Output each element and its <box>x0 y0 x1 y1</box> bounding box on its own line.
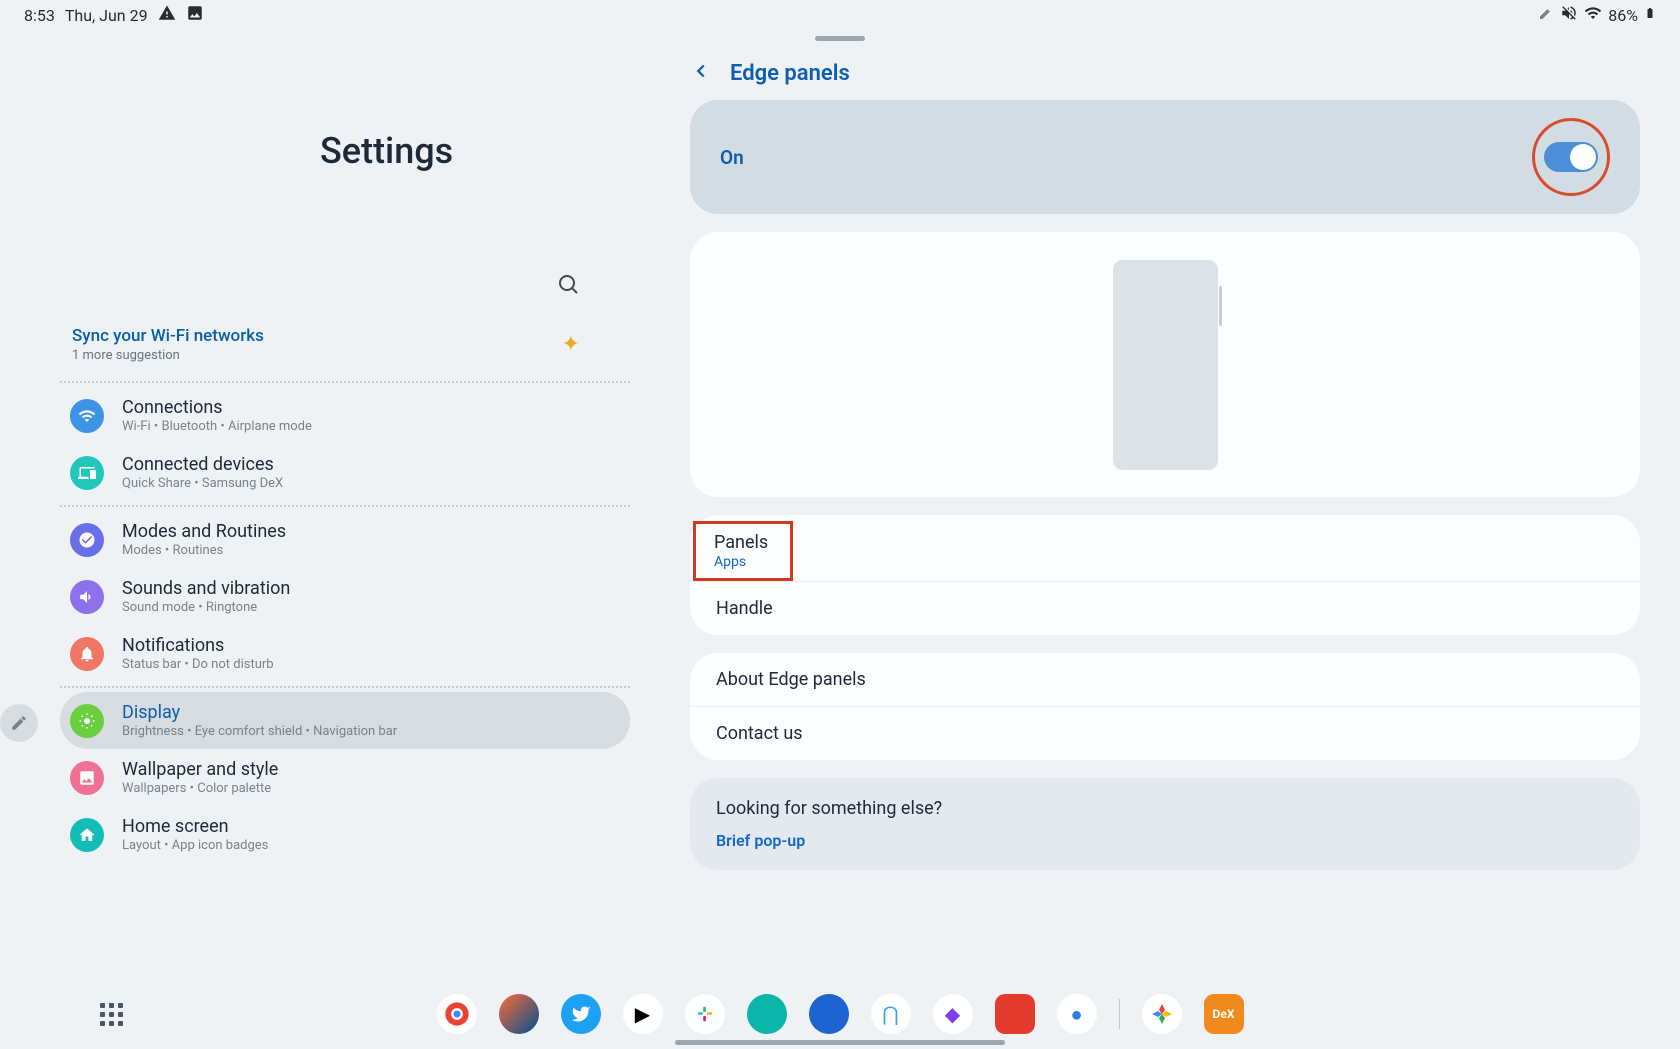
app-icon-4[interactable] <box>809 994 849 1034</box>
sidebar-item-connections[interactable]: ConnectionsWi-Fi • Bluetooth • Airplane … <box>60 387 630 444</box>
wifi-icon <box>1584 4 1602 26</box>
twitter-icon[interactable] <box>561 994 601 1034</box>
apps-button[interactable] <box>100 1003 123 1026</box>
app-icon-1[interactable] <box>499 994 539 1034</box>
preview-card <box>690 232 1640 497</box>
status-time: 8:53 <box>24 6 55 25</box>
suggestion-sub: 1 more suggestion <box>72 348 264 363</box>
detail-title: Edge panels <box>730 61 850 86</box>
hint-card: Looking for something else? Brief pop-up <box>690 778 1640 870</box>
pen-icon <box>1538 5 1554 25</box>
page-title: Settings <box>320 130 630 172</box>
hint-title: Looking for something else? <box>716 798 1614 819</box>
sound-icon <box>70 580 104 614</box>
app-icon-8[interactable]: ● <box>1057 994 1097 1034</box>
hint-link[interactable]: Brief pop-up <box>716 831 1614 850</box>
slack-icon[interactable] <box>685 994 725 1034</box>
search-button[interactable] <box>60 272 580 296</box>
app-icon-5[interactable]: ⋂ <box>871 994 911 1034</box>
app-icon-7[interactable] <box>995 994 1035 1034</box>
about-row[interactable]: About Edge panels <box>690 653 1640 706</box>
photos-icon[interactable] <box>1142 994 1182 1034</box>
routines-icon <box>70 523 104 557</box>
taskbar: ▶ ⋂ ◆ ● DeX <box>0 979 1680 1049</box>
settings-sidebar: Settings Sync your Wi-Fi networks 1 more… <box>60 60 660 949</box>
divider <box>60 686 630 688</box>
image-icon <box>70 761 104 795</box>
sidebar-item-sounds[interactable]: Sounds and vibrationSound mode • Rington… <box>60 568 630 625</box>
app-icon-3[interactable] <box>747 994 787 1034</box>
chrome-icon[interactable] <box>437 994 477 1034</box>
nav-bar[interactable] <box>675 1040 1005 1045</box>
sidebar-item-wallpaper[interactable]: Wallpaper and styleWallpapers • Color pa… <box>60 749 630 806</box>
back-button[interactable] <box>690 60 712 86</box>
image-icon <box>186 4 204 26</box>
devices-icon <box>70 456 104 490</box>
suggestion-row[interactable]: Sync your Wi-Fi networks 1 more suggesti… <box>60 316 630 377</box>
sidebar-item-connected-devices[interactable]: Connected devicesQuick Share • Samsung D… <box>60 444 630 501</box>
suggestion-title: Sync your Wi-Fi networks <box>72 326 264 346</box>
divider <box>60 505 630 507</box>
edge-panels-toggle[interactable] <box>1544 142 1598 172</box>
sidebar-item-homescreen[interactable]: Home screenLayout • App icon badges <box>60 806 630 863</box>
warning-icon <box>158 4 176 26</box>
taskbar-separator <box>1119 999 1120 1029</box>
sidebar-item-modes[interactable]: Modes and RoutinesModes • Routines <box>60 511 630 568</box>
status-bar: 8:53 Thu, Jun 29 86% <box>0 0 1680 30</box>
about-card: About Edge panels Contact us <box>690 653 1640 760</box>
app-icon-6[interactable]: ◆ <box>933 994 973 1034</box>
sidebar-item-notifications[interactable]: NotificationsStatus bar • Do not disturb <box>60 625 630 682</box>
status-date: Thu, Jun 29 <box>65 6 148 25</box>
toggle-card: On <box>690 100 1640 214</box>
bell-icon <box>70 637 104 671</box>
sun-icon <box>70 704 104 738</box>
contact-row[interactable]: Contact us <box>690 707 1640 760</box>
dex-icon[interactable]: DeX <box>1204 994 1244 1034</box>
sparkle-icon: ✦ <box>562 332 580 357</box>
mute-icon <box>1560 4 1578 26</box>
battery-text: 86% <box>1608 6 1638 25</box>
highlight-circle <box>1532 118 1610 196</box>
wifi-icon <box>70 399 104 433</box>
app-icon-2[interactable]: ▶ <box>623 994 663 1034</box>
handle-row[interactable]: Handle <box>690 582 1640 635</box>
toggle-label: On <box>720 146 744 169</box>
home-icon <box>70 818 104 852</box>
detail-pane: Edge panels On Panels Apps <box>660 60 1640 949</box>
battery-icon <box>1644 4 1656 26</box>
sidebar-item-display[interactable]: DisplayBrightness • Eye comfort shield •… <box>60 692 630 749</box>
edit-fab[interactable] <box>0 704 38 742</box>
preview-phone <box>1113 260 1218 470</box>
divider <box>60 381 630 383</box>
panels-card: Panels Apps Handle <box>690 515 1640 635</box>
panels-row[interactable]: Panels Apps <box>714 532 768 570</box>
highlight-box: Panels Apps <box>693 521 793 581</box>
drag-handle[interactable] <box>815 36 865 41</box>
